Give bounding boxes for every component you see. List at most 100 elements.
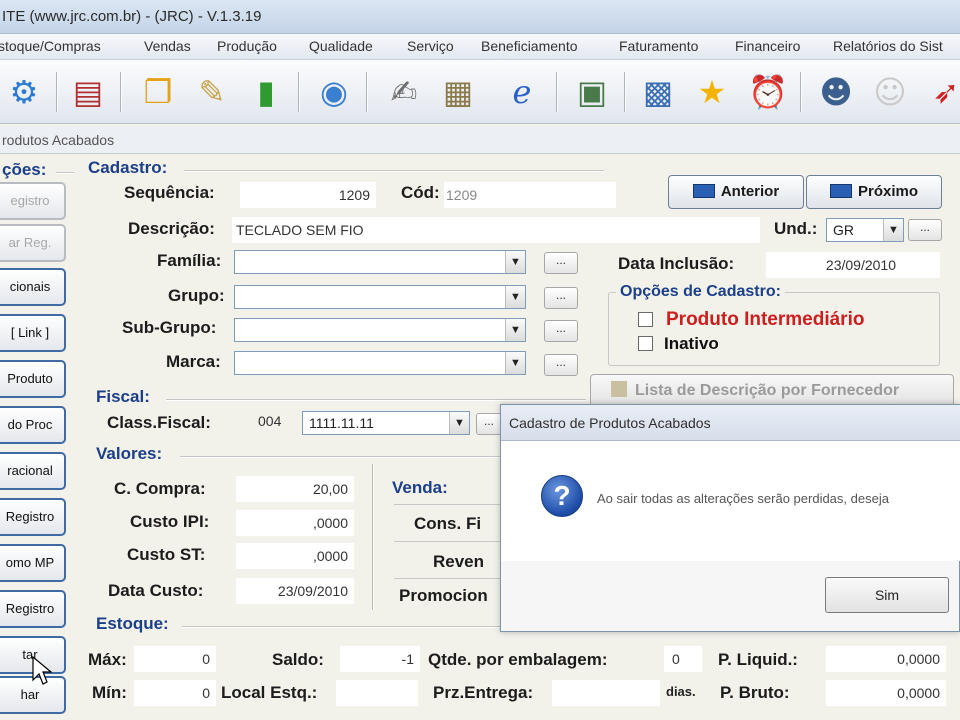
sidebar-header: ções:	[2, 160, 47, 179]
c-compra-field[interactable]: 20,00	[236, 476, 354, 502]
edit-document-icon[interactable]: ✍	[382, 70, 426, 114]
sequencia-field[interactable]: 1209	[240, 182, 376, 208]
class-fiscal-value: 1111.11.11	[309, 415, 374, 431]
sidebar-button-registro-1[interactable]: egistro	[0, 182, 66, 220]
marca-select[interactable]: ▼	[234, 351, 526, 375]
form-window-title: rodutos Acabados	[2, 132, 115, 148]
menu-bar: stoque/Compras Vendas Produção Qualidade…	[0, 34, 960, 60]
produto-intermediario-label: Produto Intermediário	[666, 309, 865, 330]
descricao-label: Descrição:	[128, 219, 215, 238]
menu-vendas[interactable]: Vendas	[144, 38, 191, 54]
id-card-icon[interactable]: ▣	[570, 70, 614, 114]
und-ellipsis-button[interactable]: ...	[908, 219, 942, 241]
min-field[interactable]: 0	[134, 680, 216, 706]
sidebar-button-operacional[interactable]: racional	[0, 452, 66, 490]
inativo-label: Inativo	[664, 334, 719, 353]
previous-icon	[692, 184, 715, 198]
dialog-title: Cadastro de Produtos Acabados	[509, 415, 711, 431]
menu-relatorios[interactable]: Relatórios do Sist	[833, 38, 943, 54]
divider	[372, 464, 374, 610]
menu-servico[interactable]: Serviço	[407, 38, 454, 54]
local-estq-field[interactable]	[336, 680, 418, 706]
notepad-icon[interactable]: ✎	[190, 70, 234, 114]
menu-qualidade[interactable]: Qualidade	[309, 38, 373, 54]
marca-ellipsis-button[interactable]: ...	[544, 354, 578, 376]
dialog-title-bar[interactable]: Cadastro de Produtos Acabados	[501, 405, 960, 441]
custo-st-field[interactable]: ,0000	[236, 543, 354, 569]
form-window-header: rodutos Acabados	[0, 126, 960, 154]
sidebar-button-registro-2[interactable]: Registro	[0, 498, 66, 536]
dropdown-arrow-icon[interactable]: ▼	[505, 352, 525, 374]
und-select[interactable]: GR ▼	[826, 218, 904, 242]
und-label: Und.:	[774, 219, 818, 238]
data-inclusao-field[interactable]: 23/09/2010	[766, 252, 940, 278]
produto-intermediario-checkbox[interactable]	[638, 312, 653, 327]
running-man-icon[interactable]: ➶	[924, 70, 960, 114]
dropdown-arrow-icon[interactable]: ▼	[449, 412, 469, 434]
globe-gear-icon[interactable]: ◉	[312, 70, 356, 114]
familia-select[interactable]: ▼	[234, 250, 526, 274]
max-field[interactable]: 0	[134, 646, 216, 672]
calculator-icon[interactable]: ▩	[636, 70, 680, 114]
dropdown-arrow-icon[interactable]: ▼	[505, 251, 525, 273]
menu-financeiro[interactable]: Financeiro	[735, 38, 800, 54]
sidebar-button-adicionais[interactable]: cionais	[0, 268, 66, 306]
menu-faturamento[interactable]: Faturamento	[619, 38, 698, 54]
menu-estoque-compras[interactable]: stoque/Compras	[0, 38, 101, 54]
gear-icon[interactable]: ⚙	[2, 70, 46, 114]
star-icon[interactable]: ★	[690, 70, 734, 114]
documents-icon[interactable]: ❐	[136, 70, 180, 114]
qtde-embalagem-field[interactable]: 0	[664, 646, 702, 672]
saldo-field[interactable]: -1	[340, 646, 420, 672]
toolbar-separator	[556, 72, 558, 112]
cod-label: Cód:	[401, 183, 440, 202]
anterior-button[interactable]: Anterior	[668, 175, 804, 209]
spreadsheet-icon[interactable]: ▦	[436, 70, 480, 114]
grupo-ellipsis-button[interactable]: ...	[544, 287, 578, 309]
menu-beneficiamento[interactable]: Beneficiamento	[481, 38, 578, 54]
data-custo-field[interactable]: 23/09/2010	[236, 578, 354, 604]
list-icon	[611, 381, 627, 397]
sidebar-button-produto[interactable]: Produto	[0, 360, 66, 398]
dropdown-arrow-icon[interactable]: ▼	[883, 219, 903, 241]
grupo-select[interactable]: ▼	[234, 285, 526, 309]
class-fiscal-select[interactable]: 1111.11.11 ▼	[302, 411, 470, 435]
dropdown-arrow-icon[interactable]: ▼	[505, 286, 525, 308]
inativo-checkbox[interactable]	[638, 336, 653, 351]
dropdown-arrow-icon[interactable]: ▼	[505, 319, 525, 341]
user-faded-icon[interactable]: ☺	[868, 70, 912, 114]
divider	[394, 541, 500, 542]
book-icon[interactable]: ▤	[66, 70, 110, 114]
lista-descricao-label: Lista de Descrição por Fornecedor	[635, 382, 900, 399]
descricao-field[interactable]: TECLADO SEM FIO	[232, 217, 760, 243]
users-icon[interactable]: ☻	[814, 70, 858, 114]
alarm-clock-icon[interactable]: ⏰	[746, 70, 790, 114]
familia-ellipsis-button[interactable]: ...	[544, 252, 578, 274]
toolbar-separator	[298, 72, 300, 112]
mouse-cursor-icon	[32, 656, 52, 685]
prz-entrega-field[interactable]	[552, 680, 660, 706]
sidebar-button-proc[interactable]: do Proc	[0, 406, 66, 444]
toolbar-separator	[624, 72, 626, 112]
menu-producao[interactable]: Produção	[217, 38, 277, 54]
p-liquido-field[interactable]: 0,0000	[826, 646, 946, 672]
ie-browser-icon[interactable]: ℯ	[500, 70, 544, 114]
window-title: ITE (www.jrc.com.br) - (JRC) - V.1.3.19	[2, 8, 262, 25]
sidebar-button-link[interactable]: [ Link ]	[0, 314, 66, 352]
divider	[56, 172, 74, 174]
confirm-dialog: Cadastro de Produtos Acabados ? Ao sair …	[500, 404, 960, 632]
max-label: Máx:	[88, 650, 127, 669]
p-bruto-field[interactable]: 0,0000	[826, 680, 946, 706]
sim-button[interactable]: Sim	[825, 577, 949, 613]
class-fiscal-ellipsis-button[interactable]: ...	[476, 413, 502, 435]
subgrupo-ellipsis-button[interactable]: ...	[544, 320, 578, 342]
sidebar-button-como-mp[interactable]: omo MP	[0, 544, 66, 582]
subgrupo-select[interactable]: ▼	[234, 318, 526, 342]
sidebar-button-registro-3[interactable]: Registro	[0, 590, 66, 628]
bar-chart-icon[interactable]: ▮	[244, 70, 288, 114]
lista-descricao-button[interactable]: Lista de Descrição por Fornecedor	[590, 374, 954, 408]
proximo-button[interactable]: Próximo	[806, 175, 942, 209]
sidebar-button-alterar-reg[interactable]: ar Reg.	[0, 224, 66, 262]
custo-ipi-field[interactable]: ,0000	[236, 510, 354, 536]
cod-field[interactable]: 1209	[444, 182, 616, 208]
